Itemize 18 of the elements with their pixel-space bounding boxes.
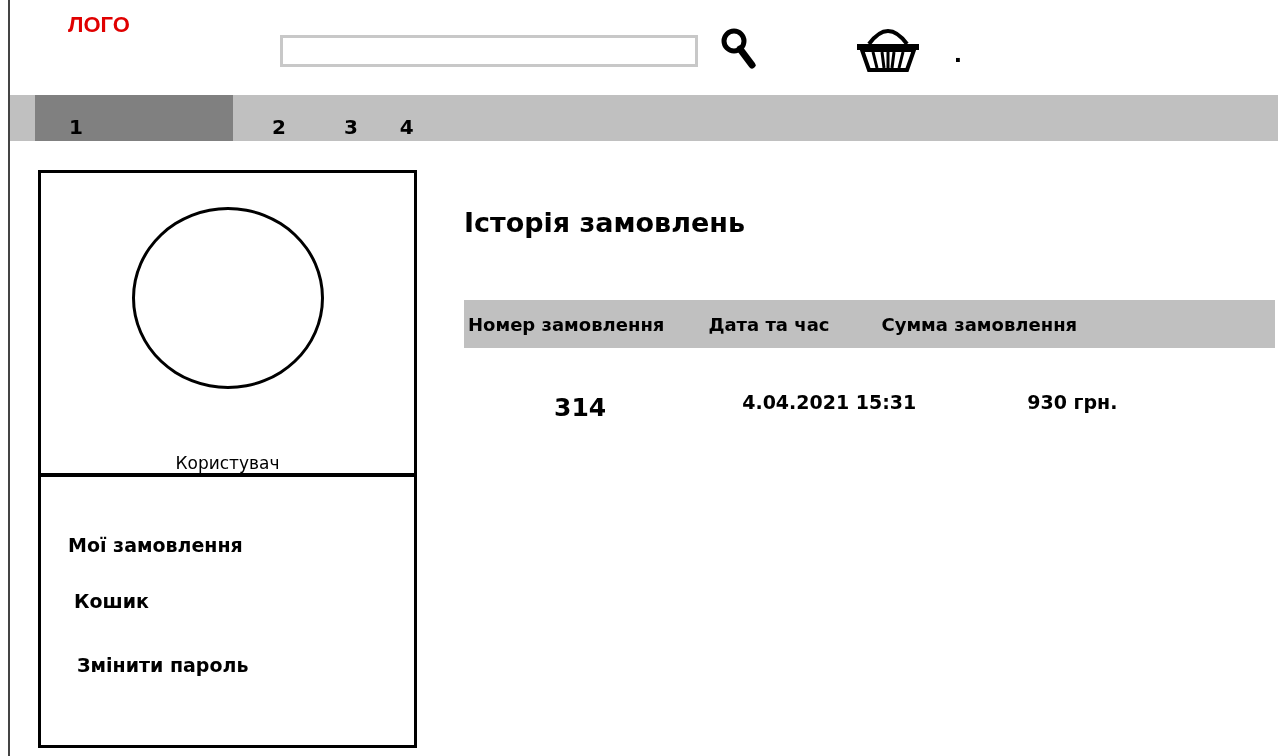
user-name: Користувач [175, 453, 280, 473]
page-heading: Історія замовлень [464, 207, 745, 238]
nav-tab[interactable]: 4 [385, 95, 428, 141]
logo[interactable]: ЛОГО [68, 12, 130, 38]
cart-indicator: . [953, 42, 963, 67]
table-cell-text: 4.04.2021 15:31 [742, 391, 917, 415]
search-field[interactable] [279, 34, 698, 67]
nav-tab[interactable]: 2 [258, 95, 300, 141]
sidebar-link[interactable]: Мої замовлення [68, 534, 243, 556]
column-header: Сумма замовлення [881, 313, 1078, 335]
column-header: Номер замовлення [468, 313, 665, 335]
table-cell-text: 930 грн. [1027, 391, 1118, 415]
column-header: Дата та час [708, 313, 830, 335]
nav-tab[interactable]: 1 [35, 95, 233, 141]
table-cell: 314 [554, 393, 607, 422]
sidebar-link[interactable]: Змінити пароль [77, 654, 249, 676]
sidebar-link[interactable]: Кошик [74, 590, 149, 612]
nav-tab[interactable]: 3 [329, 95, 372, 141]
